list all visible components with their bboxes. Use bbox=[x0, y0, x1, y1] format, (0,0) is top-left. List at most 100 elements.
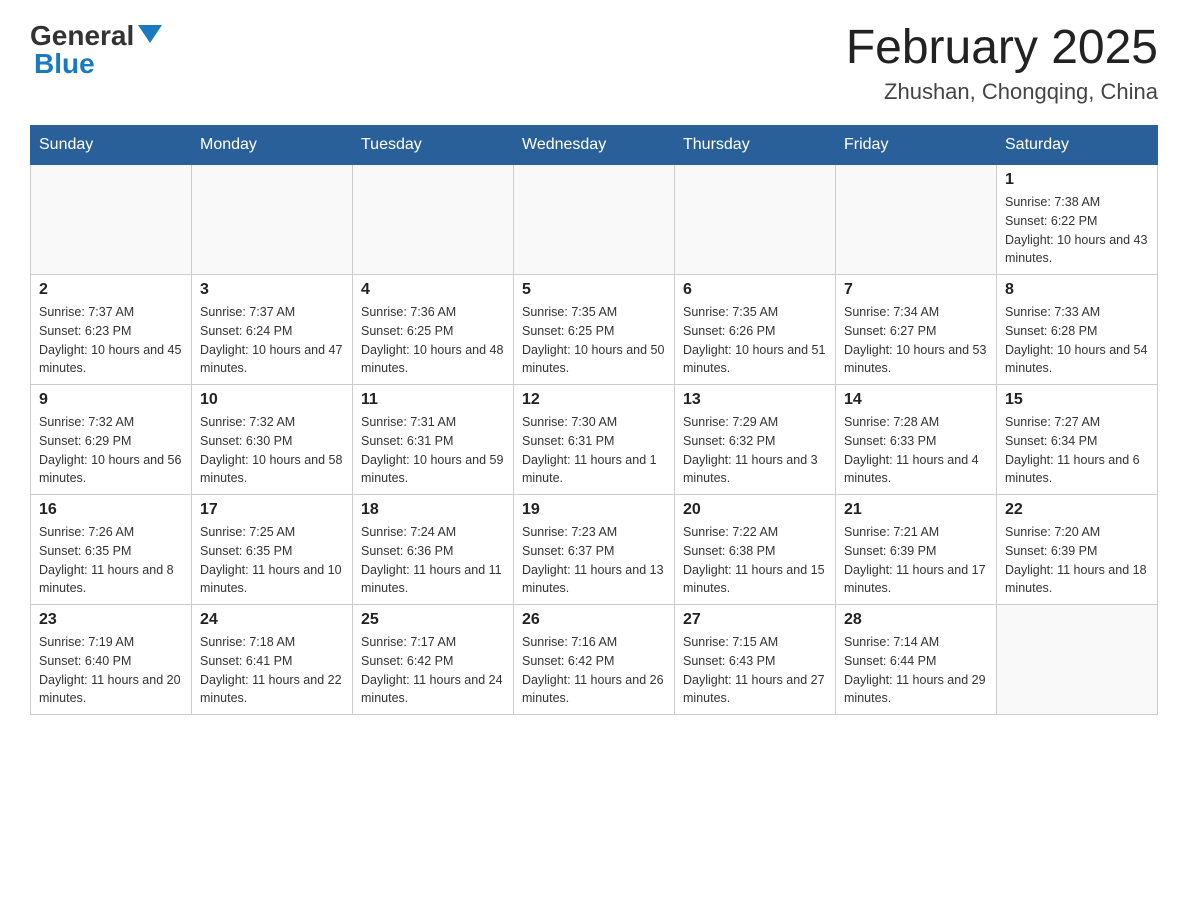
table-row: 14 Sunrise: 7:28 AMSunset: 6:33 PMDayligh… bbox=[836, 385, 997, 495]
day-info: Sunrise: 7:28 AMSunset: 6:33 PMDaylight:… bbox=[844, 413, 988, 488]
day-info: Sunrise: 7:37 AMSunset: 6:23 PMDaylight:… bbox=[39, 303, 183, 378]
logo-blue-text: Blue bbox=[34, 48, 95, 80]
day-number: 5 bbox=[522, 281, 666, 299]
day-number: 23 bbox=[39, 611, 183, 629]
table-row: 12 Sunrise: 7:30 AMSunset: 6:31 PMDayligh… bbox=[514, 385, 675, 495]
day-info: Sunrise: 7:18 AMSunset: 6:41 PMDaylight:… bbox=[200, 633, 344, 708]
col-tuesday: Tuesday bbox=[353, 126, 514, 165]
day-info: Sunrise: 7:17 AMSunset: 6:42 PMDaylight:… bbox=[361, 633, 505, 708]
day-number: 7 bbox=[844, 281, 988, 299]
calendar-week-row: 2Sunrise: 7:37 AMSunset: 6:23 PMDaylight… bbox=[31, 275, 1158, 385]
table-row: 20 Sunrise: 7:22 AMSunset: 6:38 PMDayligh… bbox=[675, 495, 836, 605]
day-number: 14 bbox=[844, 391, 988, 409]
col-monday: Monday bbox=[192, 126, 353, 165]
day-info: Sunrise: 7:35 AMSunset: 6:25 PMDaylight:… bbox=[522, 303, 666, 378]
day-info: Sunrise: 7:16 AMSunset: 6:42 PMDaylight:… bbox=[522, 633, 666, 708]
day-info: Sunrise: 7:14 AMSunset: 6:44 PMDaylight:… bbox=[844, 633, 988, 708]
logo: General Blue bbox=[30, 20, 166, 80]
table-row: 24 Sunrise: 7:18 AMSunset: 6:41 PMDayligh… bbox=[192, 605, 353, 715]
day-info: Sunrise: 7:22 AMSunset: 6:38 PMDaylight:… bbox=[683, 523, 827, 598]
table-row: 8 Sunrise: 7:33 AMSunset: 6:28 PMDaylight… bbox=[997, 275, 1158, 385]
day-number: 9 bbox=[39, 391, 183, 409]
table-row bbox=[836, 165, 997, 275]
day-info: Sunrise: 7:15 AMSunset: 6:43 PMDaylight:… bbox=[683, 633, 827, 708]
day-number: 28 bbox=[844, 611, 988, 629]
day-info: Sunrise: 7:24 AMSunset: 6:36 PMDaylight:… bbox=[361, 523, 505, 598]
table-row: 21Sunrise: 7:21 AMSunset: 6:39 PMDayligh… bbox=[836, 495, 997, 605]
day-number: 24 bbox=[200, 611, 344, 629]
day-number: 4 bbox=[361, 281, 505, 299]
day-info: Sunrise: 7:31 AMSunset: 6:31 PMDaylight:… bbox=[361, 413, 505, 488]
location-title: Zhushan, Chongqing, China bbox=[846, 79, 1158, 105]
day-info: Sunrise: 7:32 AMSunset: 6:29 PMDaylight:… bbox=[39, 413, 183, 488]
day-number: 8 bbox=[1005, 281, 1149, 299]
calendar-week-row: 16 Sunrise: 7:26 AMSunset: 6:35 PMDayligh… bbox=[31, 495, 1158, 605]
day-number: 27 bbox=[683, 611, 827, 629]
table-row: 28 Sunrise: 7:14 AMSunset: 6:44 PMDayligh… bbox=[836, 605, 997, 715]
day-number: 1 bbox=[1005, 171, 1149, 189]
col-thursday: Thursday bbox=[675, 126, 836, 165]
table-row: 7 Sunrise: 7:34 AMSunset: 6:27 PMDaylight… bbox=[836, 275, 997, 385]
table-row bbox=[675, 165, 836, 275]
table-row: 22 Sunrise: 7:20 AMSunset: 6:39 PMDayligh… bbox=[997, 495, 1158, 605]
table-row: 17 Sunrise: 7:25 AMSunset: 6:35 PMDayligh… bbox=[192, 495, 353, 605]
table-row: 10 Sunrise: 7:32 AMSunset: 6:30 PMDayligh… bbox=[192, 385, 353, 495]
calendar-week-row: 9 Sunrise: 7:32 AMSunset: 6:29 PMDaylight… bbox=[31, 385, 1158, 495]
table-row: 18 Sunrise: 7:24 AMSunset: 6:36 PMDayligh… bbox=[353, 495, 514, 605]
day-info: Sunrise: 7:26 AMSunset: 6:35 PMDaylight:… bbox=[39, 523, 183, 598]
day-number: 3 bbox=[200, 281, 344, 299]
day-number: 20 bbox=[683, 501, 827, 519]
col-wednesday: Wednesday bbox=[514, 126, 675, 165]
day-number: 15 bbox=[1005, 391, 1149, 409]
day-info: Sunrise: 7:23 AMSunset: 6:37 PMDaylight:… bbox=[522, 523, 666, 598]
day-number: 11 bbox=[361, 391, 505, 409]
col-sunday: Sunday bbox=[31, 126, 192, 165]
table-row: 19 Sunrise: 7:23 AMSunset: 6:37 PMDayligh… bbox=[514, 495, 675, 605]
day-number: 16 bbox=[39, 501, 183, 519]
day-number: 10 bbox=[200, 391, 344, 409]
day-info: Sunrise: 7:27 AMSunset: 6:34 PMDaylight:… bbox=[1005, 413, 1149, 488]
table-row bbox=[192, 165, 353, 275]
day-info: Sunrise: 7:33 AMSunset: 6:28 PMDaylight:… bbox=[1005, 303, 1149, 378]
calendar-week-row: 23 Sunrise: 7:19 AMSunset: 6:40 PMDayligh… bbox=[31, 605, 1158, 715]
day-info: Sunrise: 7:25 AMSunset: 6:35 PMDaylight:… bbox=[200, 523, 344, 598]
day-number: 13 bbox=[683, 391, 827, 409]
day-number: 12 bbox=[522, 391, 666, 409]
title-block: February 2025 Zhushan, Chongqing, China bbox=[846, 20, 1158, 105]
day-info: Sunrise: 7:19 AMSunset: 6:40 PMDaylight:… bbox=[39, 633, 183, 708]
day-number: 17 bbox=[200, 501, 344, 519]
day-info: Sunrise: 7:34 AMSunset: 6:27 PMDaylight:… bbox=[844, 303, 988, 378]
page-header: General Blue February 2025 Zhushan, Chon… bbox=[30, 20, 1158, 105]
table-row: 15 Sunrise: 7:27 AMSunset: 6:34 PMDayligh… bbox=[997, 385, 1158, 495]
calendar-header-row: Sunday Monday Tuesday Wednesday Thursday… bbox=[31, 126, 1158, 165]
month-title: February 2025 bbox=[846, 20, 1158, 75]
table-row: 9 Sunrise: 7:32 AMSunset: 6:29 PMDaylight… bbox=[31, 385, 192, 495]
table-row: 27 Sunrise: 7:15 AMSunset: 6:43 PMDayligh… bbox=[675, 605, 836, 715]
col-friday: Friday bbox=[836, 126, 997, 165]
day-info: Sunrise: 7:29 AMSunset: 6:32 PMDaylight:… bbox=[683, 413, 827, 488]
calendar-table: Sunday Monday Tuesday Wednesday Thursday… bbox=[30, 125, 1158, 715]
table-row bbox=[31, 165, 192, 275]
day-number: 22 bbox=[1005, 501, 1149, 519]
day-info: Sunrise: 7:36 AMSunset: 6:25 PMDaylight:… bbox=[361, 303, 505, 378]
day-number: 19 bbox=[522, 501, 666, 519]
day-info: Sunrise: 7:32 AMSunset: 6:30 PMDaylight:… bbox=[200, 413, 344, 488]
table-row: 16 Sunrise: 7:26 AMSunset: 6:35 PMDayligh… bbox=[31, 495, 192, 605]
table-row: 1 Sunrise: 7:38 AMSunset: 6:22 PMDaylight… bbox=[997, 165, 1158, 275]
day-number: 18 bbox=[361, 501, 505, 519]
table-row: 13 Sunrise: 7:29 AMSunset: 6:32 PMDayligh… bbox=[675, 385, 836, 495]
day-number: 26 bbox=[522, 611, 666, 629]
day-number: 6 bbox=[683, 281, 827, 299]
table-row: 3 Sunrise: 7:37 AMSunset: 6:24 PMDaylight… bbox=[192, 275, 353, 385]
table-row: 25 Sunrise: 7:17 AMSunset: 6:42 PMDayligh… bbox=[353, 605, 514, 715]
table-row bbox=[353, 165, 514, 275]
calendar-week-row: 1 Sunrise: 7:38 AMSunset: 6:22 PMDaylight… bbox=[31, 165, 1158, 275]
day-number: 25 bbox=[361, 611, 505, 629]
day-info: Sunrise: 7:20 AMSunset: 6:39 PMDaylight:… bbox=[1005, 523, 1149, 598]
table-row bbox=[514, 165, 675, 275]
day-info: Sunrise: 7:38 AMSunset: 6:22 PMDaylight:… bbox=[1005, 193, 1149, 268]
day-info: Sunrise: 7:37 AMSunset: 6:24 PMDaylight:… bbox=[200, 303, 344, 378]
table-row: 6Sunrise: 7:35 AMSunset: 6:26 PMDaylight… bbox=[675, 275, 836, 385]
table-row bbox=[997, 605, 1158, 715]
day-info: Sunrise: 7:30 AMSunset: 6:31 PMDaylight:… bbox=[522, 413, 666, 488]
